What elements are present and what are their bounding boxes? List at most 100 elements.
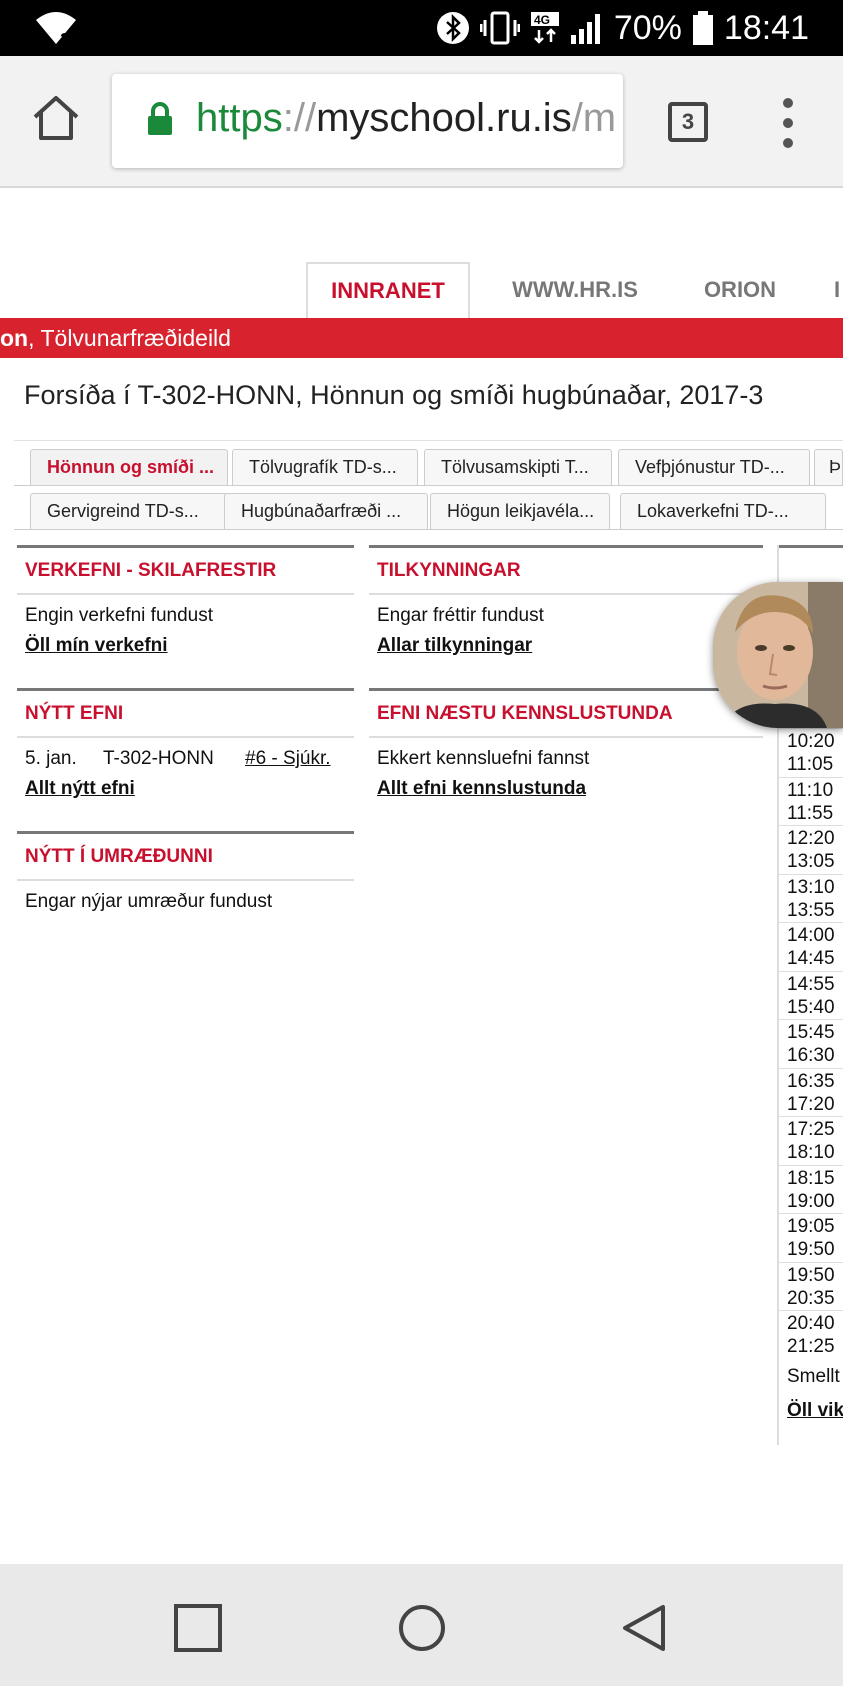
slot-start: 19:05 — [787, 1216, 835, 1237]
clock: 18:41 — [723, 8, 809, 47]
tab-innranet[interactable]: INNRANET — [306, 262, 470, 318]
panel-nytt-efni: NÝTT EFNI 5. jan. T-302-HONN #6 - Sjúkr.… — [17, 688, 354, 800]
course-tabs: Hönnun og smíði ... Tölvugrafík TD-s... … — [14, 440, 843, 530]
recent-apps-button[interactable] — [170, 1600, 226, 1656]
all-assignments-link[interactable]: Öll mín verkefni — [17, 635, 354, 657]
timetable-slot[interactable]: 12:20 13:05 — [787, 827, 843, 873]
course-tab-tolvusamskipti[interactable]: Tölvusamskipti T... — [424, 449, 612, 485]
site-nav: INNRANET WWW.HR.IS ORION I — [0, 262, 843, 318]
battery-percent: 70% — [613, 8, 682, 47]
tab-switcher-button[interactable]: 3 — [668, 102, 708, 142]
timetable-divider — [777, 1116, 843, 1117]
back-button[interactable] — [616, 1600, 672, 1656]
timetable-divider — [777, 922, 843, 923]
slot-end: 14:45 — [787, 948, 835, 969]
tab-orion[interactable]: ORION — [686, 262, 794, 318]
panel-tilkynningar-title: TILKYNNINGAR — [369, 545, 763, 595]
all-weeks-link[interactable]: Öll vik — [787, 1400, 843, 1422]
all-announcements-link[interactable]: Allar tilkynningar — [369, 635, 763, 657]
timetable-slot[interactable]: 16:35 17:20 — [787, 1070, 843, 1116]
item-link[interactable]: #6 - Sjúkr. — [245, 748, 331, 770]
all-lesson-content-link[interactable]: Allt efni kennslustunda — [369, 778, 763, 800]
timetable-divider — [777, 970, 843, 972]
panel-tilkynningar: TILKYNNINGAR Engar fréttir fundust Allar… — [369, 545, 763, 657]
slot-end: 13:55 — [787, 899, 835, 921]
home-button[interactable] — [28, 90, 84, 146]
timetable-slot[interactable]: 19:50 20:35 — [787, 1264, 843, 1310]
panel-umraedur-title: NÝTT Í UMRÆÐUNNI — [17, 831, 354, 881]
home-nav-button[interactable] — [394, 1600, 450, 1656]
slot-end: 19:50 — [787, 1239, 835, 1260]
slot-end: 16:30 — [787, 1045, 835, 1066]
tab-more[interactable]: I — [834, 262, 843, 318]
avatar-image — [713, 582, 843, 728]
panel-verkefni: VERKEFNI - SKILAFRESTIR Engin verkefni f… — [17, 545, 354, 657]
circle-icon — [399, 1605, 445, 1651]
slot-end: 17:20 — [787, 1093, 835, 1115]
course-tab-hugbunadarfraedi[interactable]: Hugbúnaðarfræði ... — [224, 493, 428, 529]
all-new-content-link[interactable]: Allt nýtt efni — [17, 778, 354, 800]
timetable-divider — [777, 1310, 843, 1311]
tab-www-hr-is[interactable]: WWW.HR.IS — [488, 262, 662, 318]
slot-start: 12:20 — [787, 828, 835, 849]
svg-text:4G: 4G — [534, 13, 550, 27]
course-tab-lokaverkefni[interactable]: Lokaverkefni TD-... — [620, 493, 826, 529]
slot-start: 11:10 — [787, 779, 834, 801]
course-tab-gervigreind[interactable]: Gervigreind TD-s... — [30, 493, 234, 529]
timetable-slot[interactable]: 11:10 11:55 — [787, 779, 843, 825]
lock-icon — [148, 102, 172, 135]
browser-toolbar: https://myschool.ru.is/m 3 — [0, 56, 843, 188]
timetable-slot[interactable]: 19:05 19:50 — [787, 1215, 843, 1261]
slot-end: 18:10 — [787, 1142, 835, 1163]
chat-head-avatar[interactable] — [713, 582, 843, 728]
timetable-note: Smellt — [787, 1366, 840, 1387]
slot-end: 20:35 — [787, 1287, 835, 1309]
back-triangle-icon — [623, 1605, 665, 1651]
timetable-slot[interactable]: 14:00 14:45 — [787, 924, 843, 970]
timetable-slot[interactable]: 17:25 18:10 — [787, 1118, 843, 1164]
course-tab-honnun[interactable]: Hönnun og smíði ... — [30, 449, 228, 485]
timetable-slot[interactable]: 18:15 19:00 — [787, 1167, 843, 1213]
status-bar: ? 4G 70% 18:41 — [0, 0, 843, 56]
panel-umraedur: NÝTT Í UMRÆÐUNNI Engar nýjar umræður fun… — [17, 831, 354, 913]
timetable-divider — [777, 728, 843, 729]
timetable-divider — [777, 1067, 843, 1069]
battery-icon — [692, 8, 714, 48]
course-tab-hogun[interactable]: Högun leikjavéla... — [430, 493, 610, 529]
timetable-slot[interactable]: 15:45 16:30 — [787, 1021, 843, 1067]
timetable-slot[interactable]: 13:10 13:55 — [787, 876, 843, 922]
address-bar[interactable]: https://myschool.ru.is/m — [112, 74, 623, 168]
wifi-unknown-icon: ? — [36, 12, 76, 46]
slot-start: 14:55 — [787, 973, 835, 995]
timetable-slot[interactable]: 20:40 21:25 — [787, 1312, 843, 1358]
panel-verkefni-empty: Engin verkefni fundust — [25, 605, 214, 626]
slot-end: 19:00 — [787, 1190, 835, 1212]
timetable-slot[interactable]: 10:20 11:05 — [787, 730, 843, 776]
slot-end: 11:05 — [787, 754, 834, 775]
panel-efni-naestu-empty: Ekkert kennsluefni fannst — [377, 748, 590, 769]
panel-tilkynningar-empty: Engar fréttir fundust — [377, 605, 544, 626]
timetable-divider — [777, 825, 843, 826]
square-icon — [174, 1604, 222, 1652]
slot-start: 19:50 — [787, 1264, 835, 1286]
timetable-divider — [777, 873, 843, 875]
timetable-divider — [777, 1261, 843, 1263]
timetable-slot[interactable]: 14:55 15:40 — [787, 973, 843, 1019]
panel-umraedur-empty: Engar nýjar umræður fundust — [25, 891, 273, 912]
overflow-menu-button[interactable] — [778, 98, 798, 148]
panel-efni-naestu: EFNI NÆSTU KENNSLUSTUNDA Ekkert kennslue… — [369, 688, 763, 800]
url-text: https://myschool.ru.is/m — [196, 96, 617, 140]
slot-start: 15:45 — [787, 1022, 835, 1043]
timetable-divider — [777, 776, 843, 778]
panel-nytt-efni-title: NÝTT EFNI — [17, 688, 354, 738]
department-banner: on, Tölvunarfræðideild — [0, 318, 843, 358]
item-course: T-302-HONN — [103, 748, 214, 769]
home-icon — [33, 96, 79, 140]
course-tab-tolvugrafik[interactable]: Tölvugrafík TD-s... — [232, 449, 418, 485]
course-tab-vefthjonustur[interactable]: Vefþjónustur TD-... — [618, 449, 810, 485]
timetable-divider — [777, 1213, 843, 1214]
course-tab-more[interactable]: Þr — [814, 449, 843, 485]
slot-start: 14:00 — [787, 925, 835, 946]
slot-end: 11:55 — [787, 802, 834, 824]
slot-end: 21:25 — [787, 1336, 835, 1357]
